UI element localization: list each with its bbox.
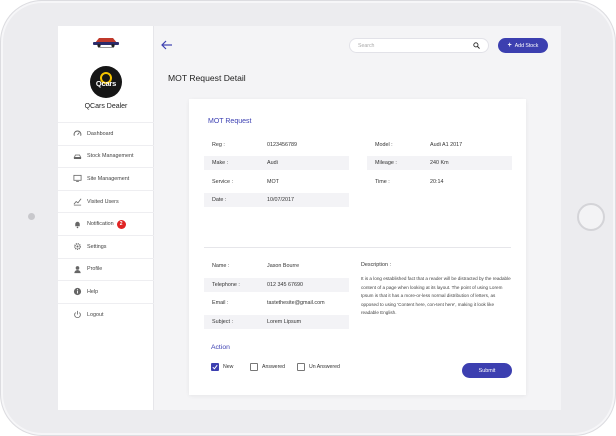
sidebar: Qcars QCars Dealer Dashboard Stock Manag… bbox=[58, 26, 154, 410]
row-label: Telephone : bbox=[212, 282, 240, 288]
row-value: Audi A1 2017 bbox=[430, 142, 463, 148]
brand-text: Qcars bbox=[95, 79, 117, 88]
sidebar-nav: Dashboard Stock Management Site Manageme… bbox=[58, 122, 154, 325]
row-label: Reg : bbox=[212, 142, 225, 148]
add-stock-button[interactable]: + Add Stock bbox=[498, 38, 548, 53]
sidebar-item-label: Help bbox=[87, 288, 99, 295]
monitor-icon bbox=[73, 174, 82, 183]
back-arrow-icon[interactable] bbox=[161, 40, 173, 50]
info-icon bbox=[73, 287, 82, 296]
row-label: Email : bbox=[212, 300, 229, 306]
power-icon bbox=[73, 310, 82, 319]
checkbox-empty-icon[interactable] bbox=[250, 363, 258, 371]
row-label: Make : bbox=[212, 160, 229, 166]
detail-row-time: Time : 20:14 bbox=[367, 175, 512, 189]
section-divider bbox=[204, 247, 511, 248]
sidebar-item-label: Stock Management bbox=[87, 153, 134, 160]
app-screen: Qcars QCars Dealer Dashboard Stock Manag… bbox=[58, 26, 561, 410]
user-icon bbox=[73, 265, 82, 274]
checkbox-un-answered[interactable]: Un Answered bbox=[297, 363, 340, 371]
sidebar-item-notification[interactable]: Notification 2 bbox=[58, 212, 154, 235]
detail-row-service: Service : MOT bbox=[204, 175, 349, 189]
sidebar-item-stock-management[interactable]: Stock Management bbox=[58, 144, 154, 168]
page-title: MOT Request Detail bbox=[168, 73, 246, 83]
sidebar-item-label: Profile bbox=[87, 266, 103, 273]
checkbox-label: Un Answered bbox=[309, 364, 340, 370]
search-icon[interactable] bbox=[473, 42, 480, 49]
plus-icon: + bbox=[507, 42, 512, 49]
row-label: Mileage : bbox=[375, 160, 397, 166]
sidebar-item-settings[interactable]: Settings bbox=[58, 234, 154, 258]
car-icon bbox=[73, 152, 82, 161]
bell-icon bbox=[73, 220, 82, 229]
sidebar-item-profile[interactable]: Profile bbox=[58, 257, 154, 281]
row-value: MOT bbox=[267, 179, 279, 185]
checkbox-new[interactable]: New bbox=[211, 363, 233, 371]
row-value: 0123456789 bbox=[267, 142, 297, 148]
notification-count-badge: 2 bbox=[116, 219, 126, 229]
row-label: Date : bbox=[212, 197, 227, 203]
row-value: 012 345 67690 bbox=[267, 282, 303, 288]
checkbox-checked-icon[interactable] bbox=[211, 363, 219, 371]
sidebar-item-label: Visited Users bbox=[87, 198, 119, 205]
row-value: tastethesite@gmail.com bbox=[267, 300, 325, 306]
dealer-name: QCars Dealer bbox=[84, 103, 128, 110]
sidebar-item-label: Dashboard bbox=[87, 130, 114, 137]
sidebar-item-label: Site Management bbox=[87, 175, 130, 182]
detail-row-model: Model : Audi A1 2017 bbox=[367, 138, 512, 152]
row-label: Service : bbox=[212, 179, 233, 185]
home-button[interactable] bbox=[577, 203, 605, 231]
checkbox-answered[interactable]: Answered bbox=[250, 363, 285, 371]
brand-logo: Qcars bbox=[90, 66, 122, 98]
tablet-frame: Qcars QCars Dealer Dashboard Stock Manag… bbox=[0, 0, 616, 436]
detail-row-subject: Subject : Lorem Lipsum bbox=[204, 315, 349, 329]
row-value: 20:14 bbox=[430, 179, 444, 185]
sidebar-item-logout[interactable]: Logout bbox=[58, 302, 154, 326]
sidebar-item-label: Logout bbox=[87, 311, 104, 318]
sidebar-item-label: Settings bbox=[87, 243, 107, 250]
sidebar-item-label: Notification bbox=[87, 221, 114, 228]
detail-row-make: Make : Audi bbox=[204, 156, 349, 170]
detail-row-name: Name : Jason Bourre bbox=[204, 259, 349, 273]
sidebar-item-site-management[interactable]: Site Management bbox=[58, 167, 154, 190]
search-bar bbox=[349, 38, 489, 53]
row-value: 240 Km bbox=[430, 160, 449, 166]
row-value: Jason Bourre bbox=[267, 263, 300, 269]
mot-detail-card: MOT Request Reg : 0123456789 Make : Audi… bbox=[189, 99, 526, 395]
row-value: Audi bbox=[267, 160, 278, 166]
search-input[interactable] bbox=[358, 42, 473, 49]
row-label: Model : bbox=[375, 142, 393, 148]
checkbox-label: Answered bbox=[262, 364, 286, 370]
row-value: Lorem Lipsum bbox=[267, 319, 302, 325]
row-label: Subject : bbox=[212, 319, 233, 325]
row-label: Time : bbox=[375, 179, 390, 185]
checkbox-empty-icon[interactable] bbox=[297, 363, 305, 371]
detail-row-reg: Reg : 0123456789 bbox=[204, 138, 349, 152]
detail-row-telephone: Telephone : 012 345 67690 bbox=[204, 278, 349, 292]
camera-dot bbox=[28, 213, 35, 220]
description-label: Description : bbox=[361, 262, 391, 268]
checkbox-label: New bbox=[223, 364, 234, 370]
detail-row-email: Email : tastethesite@gmail.com bbox=[204, 296, 349, 310]
gear-icon bbox=[73, 242, 82, 251]
sidebar-item-visited-users[interactable]: Visited Users bbox=[58, 189, 154, 213]
row-value: 10/07/2017 bbox=[267, 197, 294, 203]
car-logo-icon[interactable] bbox=[89, 34, 123, 48]
submit-button[interactable]: Submit bbox=[462, 363, 512, 378]
add-stock-label: Add Stock bbox=[514, 42, 539, 49]
speedometer-icon bbox=[73, 129, 82, 138]
mot-section-title: MOT Request bbox=[208, 118, 252, 125]
description-text: It is a long established fact that a rea… bbox=[361, 276, 511, 316]
detail-row-date: Date : 10/07/2017 bbox=[204, 193, 349, 207]
sidebar-item-dashboard[interactable]: Dashboard bbox=[58, 122, 154, 145]
sidebar-item-help[interactable]: Help bbox=[58, 280, 154, 303]
chart-icon bbox=[73, 197, 82, 206]
detail-row-mileage: Mileage : 240 Km bbox=[367, 156, 512, 170]
row-label: Name : bbox=[212, 263, 230, 269]
action-title: Action bbox=[211, 344, 230, 351]
